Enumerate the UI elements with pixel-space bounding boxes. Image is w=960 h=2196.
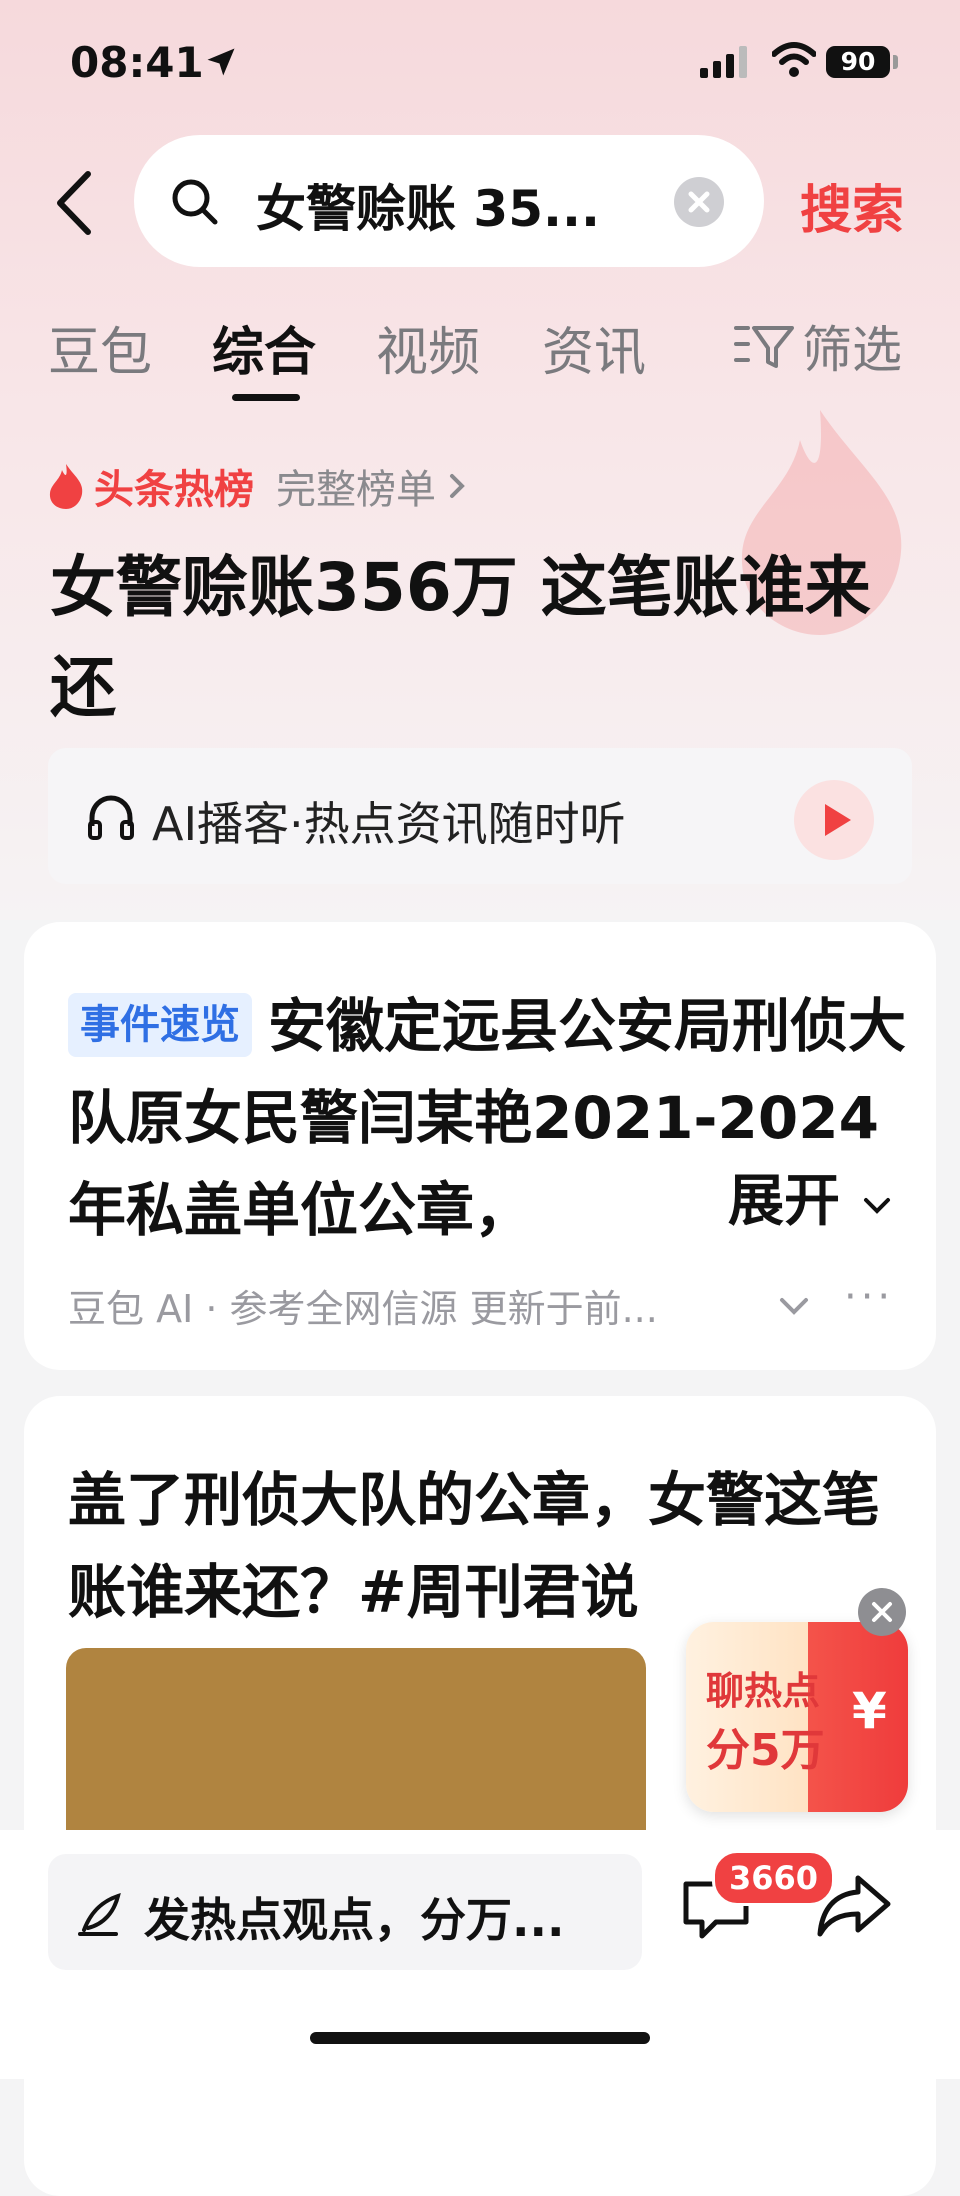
promo-close-button[interactable] [858, 1588, 906, 1636]
summary-meta: 豆包 AI · 参考全网信源 更新于前... [68, 1287, 658, 1331]
battery-indicator: 90 [826, 46, 890, 78]
status-time: 08:41 [70, 38, 204, 87]
promo-line2: 分5万 [706, 1725, 825, 1776]
article-title: 盖了刑侦大队的公章，女警这笔账谁来还？#周刊君说 [68, 1466, 881, 1626]
more-options-icon[interactable]: ··· [844, 1274, 894, 1320]
play-button[interactable] [794, 780, 874, 860]
status-bar: 08:41 90 [0, 0, 960, 130]
promo-line1: 聊热点 [706, 1669, 821, 1713]
tab-news[interactable]: 资讯 [542, 310, 646, 385]
location-arrow-icon [207, 48, 235, 76]
chevron-down-icon[interactable] [776, 1294, 812, 1318]
full-list-link[interactable]: 完整榜单 [276, 457, 436, 515]
ai-podcast-bar[interactable]: AI播客·热点资讯随时听 [48, 748, 912, 884]
hot-list-row[interactable]: 头条热榜 完整榜单 [46, 456, 470, 516]
home-indicator [310, 2032, 650, 2044]
pen-icon [78, 1892, 121, 1936]
search-input[interactable]: 女警赊账 35... [134, 135, 764, 267]
expand-button[interactable]: 展开 [710, 1156, 894, 1237]
expand-label: 展开 [728, 1169, 840, 1234]
comment-placeholder: 发热点观点，分万... [144, 1893, 565, 1947]
filter-label: 筛选 [802, 321, 902, 379]
share-icon[interactable] [814, 1872, 894, 1938]
search-submit-button[interactable]: 搜索 [800, 168, 904, 243]
chevron-right-icon [450, 474, 465, 498]
chevron-down-icon [863, 1198, 890, 1214]
filter-button[interactable]: 筛选 [732, 310, 902, 382]
headphones-icon [88, 795, 134, 840]
event-summary-tag: 事件速览 [68, 993, 252, 1057]
battery-level: 90 [840, 47, 876, 76]
close-icon [688, 191, 710, 213]
tab-video[interactable]: 视频 [376, 310, 480, 385]
hot-topic-promo[interactable]: 聊热点 分5万 ¥ [686, 1622, 908, 1812]
yen-icon: ¥ [852, 1682, 887, 1740]
page-title: 女警赊账356万 这笔账谁来还 [50, 549, 871, 726]
search-query: 女警赊账 35... [256, 180, 600, 238]
flame-icon [49, 464, 83, 509]
close-icon [872, 1602, 892, 1622]
filter-icon [734, 326, 794, 368]
clear-search-button[interactable] [674, 177, 724, 227]
tab-comprehensive[interactable]: 综合 [212, 310, 316, 385]
hot-list-label: 头条热榜 [94, 467, 254, 513]
wifi-icon [772, 42, 816, 77]
tab-doubao[interactable]: 豆包 [48, 310, 152, 385]
cellular-signal-icon [700, 46, 747, 78]
back-chevron-icon[interactable] [50, 168, 100, 238]
comment-input[interactable]: 发热点观点，分万... [48, 1854, 642, 1970]
podcast-label: AI播客·热点资讯随时听 [152, 797, 626, 851]
play-icon [825, 804, 851, 836]
event-summary-card[interactable]: 事件速览 安徽定远县公安局刑侦大队原女民警闫某艳2021-2024年私盖单位公章，… [24, 922, 936, 1370]
battery-tip [893, 55, 898, 69]
result-tabs: 豆包 综合 视频 资讯 筛选 [0, 310, 960, 410]
active-tab-indicator [232, 394, 300, 401]
search-icon [172, 179, 218, 225]
